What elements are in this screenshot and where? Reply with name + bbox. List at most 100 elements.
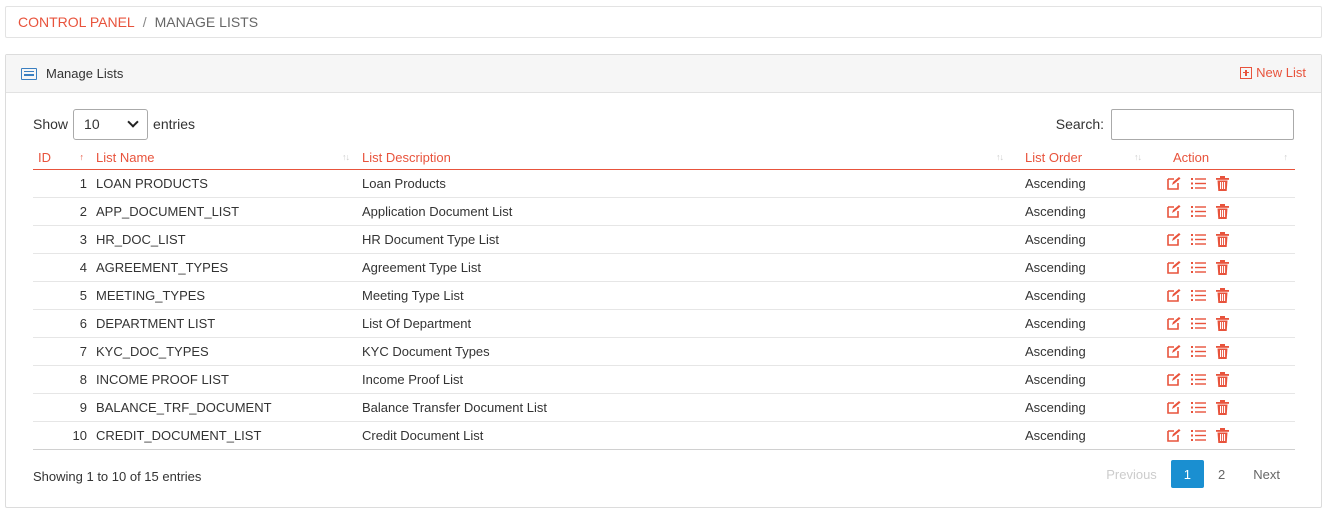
cell-id: 4 xyxy=(33,253,91,282)
entries-per-page-select[interactable]: 10 xyxy=(73,108,149,140)
trash-icon[interactable] xyxy=(1216,343,1229,359)
new-list-label: New List xyxy=(1256,65,1306,80)
sort-both-icon: ↑↓ xyxy=(342,152,350,162)
list-icon[interactable] xyxy=(1191,429,1206,442)
trash-icon[interactable] xyxy=(1216,259,1229,275)
pagination-next[interactable]: Next xyxy=(1239,460,1294,488)
pagination-previous[interactable]: Previous xyxy=(1092,460,1171,488)
pagination-page-2[interactable]: 2 xyxy=(1204,460,1239,488)
cell-list-order: Ascending xyxy=(1011,225,1149,254)
list-icon xyxy=(21,67,37,80)
pagination-page-1[interactable]: 1 xyxy=(1170,460,1205,488)
table-row: 6 DEPARTMENT LIST List Of Department Ascend… xyxy=(33,309,1295,338)
list-icon[interactable] xyxy=(1191,177,1206,190)
cell-actions xyxy=(1149,197,1295,226)
cell-id: 8 xyxy=(33,365,91,394)
edit-icon[interactable] xyxy=(1166,372,1181,387)
list-icon[interactable] xyxy=(1191,233,1206,246)
cell-actions xyxy=(1149,393,1295,422)
edit-icon[interactable] xyxy=(1166,176,1181,191)
manage-lists-panel: Manage Lists New List Show 10 entries Se… xyxy=(5,54,1322,508)
edit-icon[interactable] xyxy=(1166,428,1181,443)
new-list-button[interactable]: New List xyxy=(1240,65,1306,80)
cell-list-description: Agreement Type List xyxy=(357,253,1011,282)
list-icon[interactable] xyxy=(1191,401,1206,414)
cell-actions xyxy=(1149,169,1295,198)
trash-icon[interactable] xyxy=(1216,231,1229,247)
table-header-row: ID ↑ List Name ↑↓ List Description ↑↓ List … xyxy=(33,147,1295,170)
cell-list-description: HR Document Type List xyxy=(357,225,1011,254)
list-icon[interactable] xyxy=(1191,261,1206,274)
column-header-action[interactable]: Action ↑ xyxy=(1149,147,1295,170)
cell-list-description: KYC Document Types xyxy=(357,337,1011,366)
edit-icon[interactable] xyxy=(1166,316,1181,331)
trash-icon[interactable] xyxy=(1216,371,1229,387)
edit-icon[interactable] xyxy=(1166,344,1181,359)
cell-list-name: INCOME PROOF LIST xyxy=(91,365,357,394)
edit-icon[interactable] xyxy=(1166,260,1181,275)
table-row: 2 APP_DOCUMENT_LIST Application Document L… xyxy=(33,197,1295,226)
cell-id: 7 xyxy=(33,337,91,366)
cell-id: 6 xyxy=(33,309,91,338)
edit-icon[interactable] xyxy=(1166,400,1181,415)
cell-list-order: Ascending xyxy=(1011,365,1149,394)
list-icon[interactable] xyxy=(1191,373,1206,386)
search-input[interactable] xyxy=(1111,108,1294,140)
table-row: 8 INCOME PROOF LIST Income Proof List Ascen… xyxy=(33,365,1295,394)
list-icon[interactable] xyxy=(1191,345,1206,358)
cell-actions xyxy=(1149,225,1295,254)
trash-icon[interactable] xyxy=(1216,287,1229,303)
column-header-list-name[interactable]: List Name ↑↓ xyxy=(91,147,357,170)
cell-list-name: HR_DOC_LIST xyxy=(91,225,357,254)
sort-asc-icon: ↑ xyxy=(79,152,84,162)
trash-icon[interactable] xyxy=(1216,315,1229,331)
sort-both-icon: ↑ xyxy=(1283,152,1288,162)
cell-list-order: Ascending xyxy=(1011,337,1149,366)
list-icon[interactable] xyxy=(1191,317,1206,330)
entries-label: entries xyxy=(153,116,196,132)
cell-id: 1 xyxy=(33,169,91,198)
pagination: Previous 1 2 Next xyxy=(1092,460,1294,488)
cell-id: 5 xyxy=(33,281,91,310)
breadcrumb-control-panel-link[interactable]: CONTROL PANEL xyxy=(18,14,135,30)
entries-length-control: Show 10 entries xyxy=(33,108,196,140)
cell-id: 2 xyxy=(33,197,91,226)
sort-both-icon: ↑↓ xyxy=(1134,152,1142,162)
cell-list-name: KYC_DOC_TYPES xyxy=(91,337,357,366)
cell-list-order: Ascending xyxy=(1011,281,1149,310)
trash-icon[interactable] xyxy=(1216,427,1229,443)
column-header-id[interactable]: ID ↑ xyxy=(33,147,91,170)
list-icon[interactable] xyxy=(1191,205,1206,218)
column-header-list-description[interactable]: List Description ↑↓ xyxy=(357,147,1011,170)
lists-table: ID ↑ List Name ↑↓ List Description ↑↓ List … xyxy=(33,147,1295,450)
cell-list-description: Application Document List xyxy=(357,197,1011,226)
column-header-list-order[interactable]: List Order ↑↓ xyxy=(1011,147,1149,170)
cell-list-description: Balance Transfer Document List xyxy=(357,393,1011,422)
cell-list-name: APP_DOCUMENT_LIST xyxy=(91,197,357,226)
panel-title-text: Manage Lists xyxy=(46,66,124,81)
cell-actions xyxy=(1149,337,1295,366)
cell-list-order: Ascending xyxy=(1011,197,1149,226)
trash-icon[interactable] xyxy=(1216,203,1229,219)
trash-icon[interactable] xyxy=(1216,175,1229,191)
edit-icon[interactable] xyxy=(1166,232,1181,247)
cell-list-name: LOAN PRODUCTS xyxy=(91,169,357,198)
cell-list-description: Meeting Type List xyxy=(357,281,1011,310)
cell-list-order: Ascending xyxy=(1011,421,1149,450)
cell-id: 10 xyxy=(33,421,91,450)
panel-header: Manage Lists New List xyxy=(6,55,1321,93)
trash-icon[interactable] xyxy=(1216,399,1229,415)
table-row: 3 HR_DOC_LIST HR Document Type List Ascendi… xyxy=(33,225,1295,254)
edit-icon[interactable] xyxy=(1166,204,1181,219)
edit-icon[interactable] xyxy=(1166,288,1181,303)
breadcrumb-current: MANAGE LISTS xyxy=(154,14,259,30)
search-control: Search: xyxy=(1056,108,1294,140)
table-row: 9 BALANCE_TRF_DOCUMENT Balance Transfer Do… xyxy=(33,393,1295,422)
table-row: 7 KYC_DOC_TYPES KYC Document Types Ascendin… xyxy=(33,337,1295,366)
plus-square-icon xyxy=(1240,66,1253,79)
cell-actions xyxy=(1149,253,1295,282)
table-row: 10 CREDIT_DOCUMENT_LIST Credit Document Li… xyxy=(33,421,1295,450)
cell-list-description: Credit Document List xyxy=(357,421,1011,450)
list-icon[interactable] xyxy=(1191,289,1206,302)
panel-title: Manage Lists xyxy=(21,66,123,81)
